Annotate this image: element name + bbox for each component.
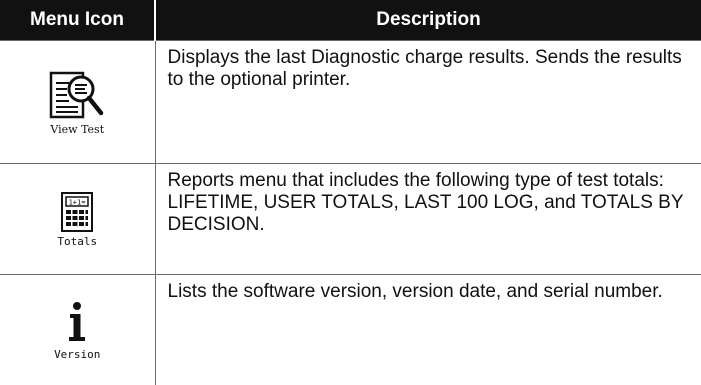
table-row: View Test Displays the last Diagnostic c… [0, 41, 701, 164]
description-cell: Reports menu that includes the following… [155, 164, 701, 275]
version-icon [67, 300, 87, 346]
svg-text:1+1=: 1+1= [69, 198, 86, 206]
icon-label: Version [54, 348, 100, 361]
icon-label: View Test [50, 123, 104, 136]
menu-icon-table: Menu Icon Description [0, 0, 701, 385]
table-header-row: Menu Icon Description [0, 0, 701, 41]
table-row: Version Lists the software version, vers… [0, 275, 701, 385]
view-test-icon [45, 69, 109, 121]
icon-cell: 1+1= Totals [0, 164, 155, 275]
header-menu-icon: Menu Icon [0, 0, 155, 41]
icon-label: Totals [57, 235, 97, 248]
icon-cell: Version [0, 275, 155, 385]
description-cell: Lists the software version, version date… [155, 275, 701, 385]
icon-cell: View Test [0, 41, 155, 164]
header-description: Description [155, 0, 701, 41]
table-row: 1+1= Totals Reports menu that includes t… [0, 164, 701, 275]
description-cell: Displays the last Diagnostic charge resu… [155, 41, 701, 164]
totals-icon: 1+1= [60, 191, 94, 233]
